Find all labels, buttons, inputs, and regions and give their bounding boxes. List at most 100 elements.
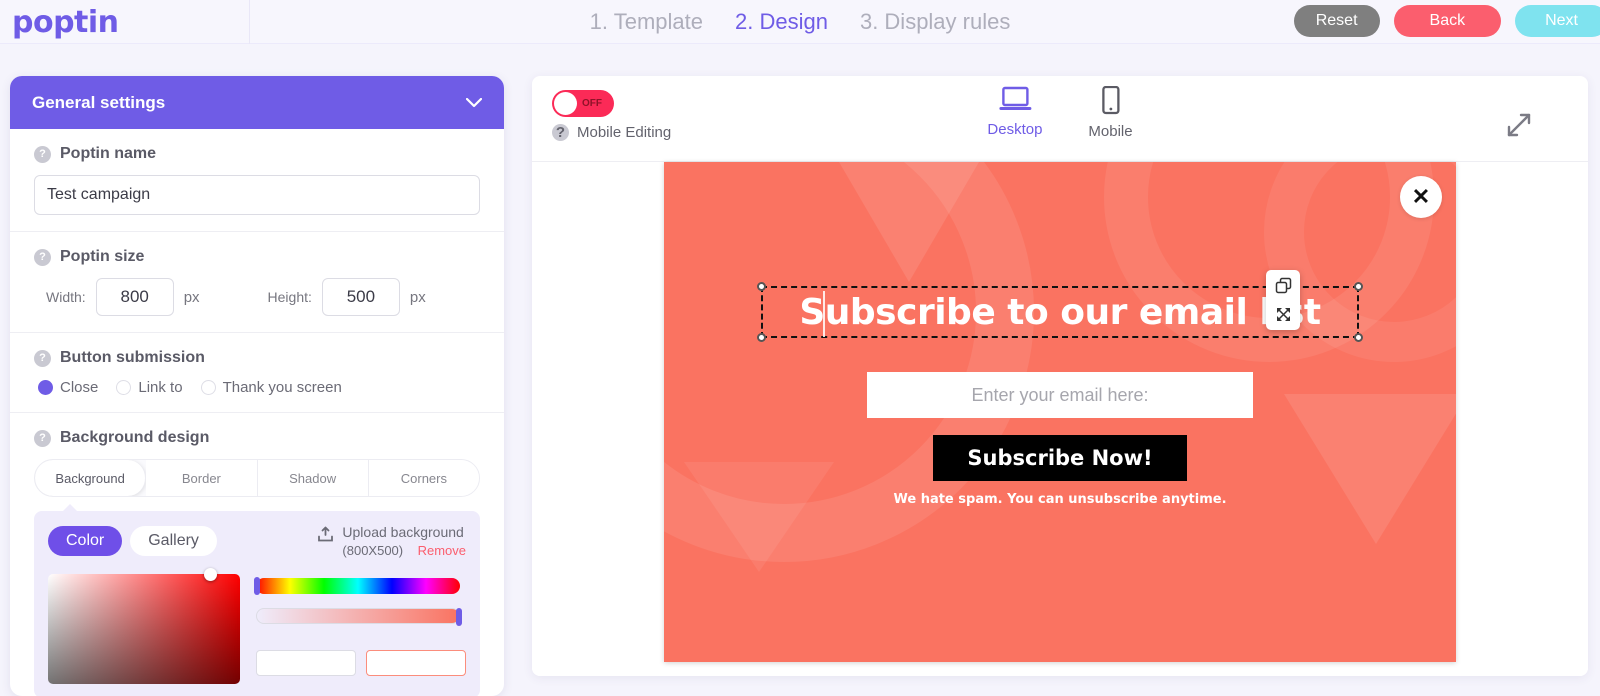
reset-button[interactable]: Reset bbox=[1293, 5, 1380, 37]
color-value-inputs bbox=[256, 649, 466, 676]
popup-close-button[interactable]: ✕ bbox=[1400, 176, 1442, 218]
submission-radio-group: Close Link to Thank you screen bbox=[34, 379, 480, 396]
device-switcher: Desktop Mobile bbox=[987, 85, 1133, 140]
upload-label[interactable]: Upload background bbox=[342, 523, 466, 542]
device-label: Mobile bbox=[1088, 123, 1133, 140]
button-submission-label: Button submission bbox=[60, 349, 205, 366]
button-submission-label-row: ? Button submission bbox=[34, 349, 480, 367]
radio-indicator bbox=[38, 380, 53, 395]
mode-color-button[interactable]: Color bbox=[48, 526, 123, 557]
size-fields: Width: px Height: px bbox=[34, 278, 480, 316]
upload-size-hint: (800X500) bbox=[342, 542, 404, 558]
radio-close[interactable]: Close bbox=[38, 379, 98, 396]
upload-background-control[interactable]: Upload background (800X500) Remove bbox=[317, 523, 466, 560]
radio-label: Thank you screen bbox=[222, 379, 342, 396]
remove-background-link[interactable]: Remove bbox=[418, 543, 466, 558]
radio-link-to[interactable]: Link to bbox=[116, 379, 183, 396]
tab-background[interactable]: Background bbox=[35, 460, 147, 496]
height-input[interactable] bbox=[321, 278, 400, 316]
back-button[interactable]: Back bbox=[1393, 5, 1502, 37]
section-poptin-size: ? Poptin size Width: px Height: px bbox=[10, 232, 504, 333]
background-mode-row: Color Gallery Upload background (800X500… bbox=[48, 523, 466, 560]
section-background-design: ? Background design Background Border Sh… bbox=[10, 413, 504, 696]
app-logo[interactable]: poptin bbox=[12, 5, 119, 40]
saturation-value-area[interactable] bbox=[48, 567, 240, 684]
help-icon[interactable]: ? bbox=[34, 248, 51, 266]
step-design[interactable]: 2. Design bbox=[735, 9, 828, 35]
radio-label: Link to bbox=[138, 379, 183, 396]
radio-thank-you-screen[interactable]: Thank you screen bbox=[200, 379, 342, 396]
upload-icon[interactable] bbox=[317, 526, 334, 548]
radio-indicator bbox=[116, 380, 132, 395]
hue-slider[interactable] bbox=[254, 576, 460, 595]
tab-border[interactable]: Border bbox=[146, 460, 258, 496]
width-unit: px bbox=[183, 288, 200, 306]
width-label: Width: bbox=[46, 289, 86, 305]
radio-indicator bbox=[200, 380, 216, 395]
move-icon[interactable] bbox=[1275, 306, 1292, 323]
help-icon[interactable]: ? bbox=[34, 429, 51, 447]
expand-arrows-icon[interactable] bbox=[1506, 112, 1532, 143]
step-display-rules[interactable]: 3. Display rules bbox=[860, 9, 1010, 35]
background-design-label-row: ? Background design bbox=[34, 429, 480, 447]
alpha-handle[interactable] bbox=[456, 607, 462, 626]
poptin-size-label: Poptin size bbox=[60, 248, 145, 265]
background-design-tabs: Background Border Shadow Corners bbox=[34, 459, 480, 497]
chevron-down-icon[interactable] bbox=[465, 94, 483, 111]
mobile-editing-label-row: ? Mobile Editing bbox=[552, 124, 671, 141]
element-toolbar bbox=[1266, 270, 1300, 330]
device-mobile[interactable]: Mobile bbox=[1088, 85, 1133, 140]
decoration-triangle bbox=[839, 162, 979, 282]
help-icon[interactable]: ? bbox=[34, 145, 51, 163]
color-preview-swatch[interactable] bbox=[366, 649, 466, 676]
picker-sliders bbox=[254, 574, 466, 684]
settings-sidebar: General settings ? Poptin name ? Poptin … bbox=[10, 76, 504, 696]
mobile-icon bbox=[1100, 85, 1122, 121]
decoration-triangle bbox=[684, 462, 834, 572]
popup-email-input[interactable]: Enter your email here: bbox=[867, 372, 1253, 418]
toggle-state-label: OFF bbox=[582, 98, 602, 109]
decoration-triangle bbox=[1284, 394, 1456, 544]
mobile-editing-toggle[interactable]: OFF bbox=[552, 90, 614, 117]
poptin-name-input[interactable] bbox=[34, 175, 480, 215]
hue-handle[interactable] bbox=[254, 576, 260, 595]
background-panel: Color Gallery Upload background (800X500… bbox=[34, 504, 480, 696]
toggle-knob bbox=[554, 92, 577, 115]
next-button[interactable]: Next bbox=[1515, 5, 1600, 37]
desktop-icon bbox=[998, 86, 1032, 119]
tab-corners[interactable]: Corners bbox=[368, 460, 479, 496]
step-template[interactable]: 1. Template bbox=[590, 9, 703, 35]
radio-label: Close bbox=[60, 379, 99, 396]
panel-title: General settings bbox=[32, 92, 166, 112]
background-design-label: Background design bbox=[60, 429, 210, 446]
device-label: Desktop bbox=[987, 121, 1043, 138]
hex-input[interactable] bbox=[256, 649, 356, 676]
duplicate-icon[interactable] bbox=[1275, 277, 1292, 294]
alpha-slider[interactable] bbox=[256, 607, 462, 626]
general-settings-header[interactable]: General settings bbox=[10, 76, 504, 129]
poptin-name-label: Poptin name bbox=[60, 145, 157, 162]
section-poptin-name: ? Poptin name bbox=[10, 129, 504, 232]
help-icon[interactable]: ? bbox=[34, 349, 51, 367]
help-icon[interactable]: ? bbox=[552, 124, 569, 141]
top-bar: poptin 1. Template 2. Design 3. Display … bbox=[0, 0, 1600, 44]
popup-submit-button[interactable]: Subscribe Now! bbox=[933, 435, 1187, 481]
header-actions: Reset Back Next bbox=[1293, 5, 1600, 37]
device-desktop[interactable]: Desktop bbox=[987, 86, 1042, 140]
mobile-editing-label: Mobile Editing bbox=[577, 124, 672, 141]
email-placeholder: Enter your email here: bbox=[971, 384, 1149, 405]
design-canvas: OFF ? Mobile Editing Desktop Mobile ✕ Su… bbox=[532, 76, 1588, 676]
tab-shadow[interactable]: Shadow bbox=[257, 460, 369, 496]
poptin-name-label-row: ? Poptin name bbox=[34, 145, 480, 163]
canvas-toolbar: OFF ? Mobile Editing Desktop Mobile bbox=[532, 76, 1588, 162]
popup-disclaimer: We hate spam. You can unsubscribe anytim… bbox=[893, 492, 1227, 507]
poptin-size-label-row: ? Poptin size bbox=[34, 248, 480, 266]
width-input[interactable] bbox=[95, 278, 174, 316]
saturation-handle[interactable] bbox=[204, 567, 217, 581]
color-picker bbox=[48, 567, 466, 684]
mode-gallery-button[interactable]: Gallery bbox=[130, 526, 217, 557]
section-button-submission: ? Button submission Close Link to Thank … bbox=[10, 333, 504, 413]
popup-preview: ✕ Subscribe to our email list Enter your… bbox=[664, 162, 1456, 662]
height-unit: px bbox=[409, 288, 426, 306]
logo-zone: poptin bbox=[0, 0, 250, 44]
